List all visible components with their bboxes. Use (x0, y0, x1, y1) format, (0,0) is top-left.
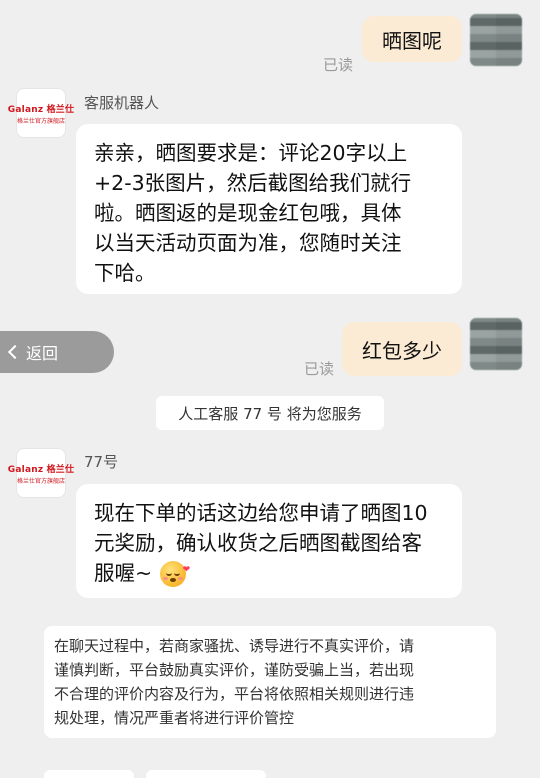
platform-warning-notice: 在聊天过程中，若商家骚扰、诱导进行不真实评价，请 谨慎判断，平台鼓励真实评价，谨… (44, 626, 496, 738)
agent-message-bubble: 现在下单的话这边给您申请了晒图10 元奖励，确认收货之后晒图截图给客 服喔~ ❤ (76, 484, 462, 598)
message-line: 服喔~ (94, 561, 153, 585)
notice-line: 不合理的评价内容及行为，平台将依照相关规则进行违 (54, 685, 415, 703)
message-line: 亲亲，晒图要求是：评论20字以上 (94, 141, 408, 165)
brand-avatar[interactable]: Galanz 格兰仕 格兰仕官方旗舰店 (8, 448, 74, 498)
user-message-text: 红包多少 (362, 338, 442, 363)
sender-name: 客服机器人 (84, 94, 160, 112)
notice-line: 规处理，情况严重者将进行评价管控 (54, 709, 295, 727)
message-line: 啦。晒图返的是现金红包哦，具体 (94, 201, 402, 225)
blushing-face-emoji-icon: ❤ (160, 561, 190, 587)
next-message-bubble (44, 770, 134, 778)
message-line-with-emoji: 服喔~ ❤ (94, 558, 444, 588)
brand-logo-text: Galanz 格兰仕 (7, 464, 75, 475)
message-line: 现在下单的话这边给您申请了晒图10 (94, 501, 428, 525)
user-message-text: 晒图呢 (382, 28, 442, 53)
brand-store-text: 格兰仕官方旗舰店 (17, 117, 66, 125)
user-message-bubble: 晒图呢 (362, 16, 462, 62)
read-receipt: 已读 (323, 56, 354, 74)
brand-avatar[interactable]: Galanz 格兰仕 格兰仕官方旗舰店 (8, 88, 74, 138)
read-receipt: 已读 (304, 360, 335, 378)
user-message-bubble: 红包多少 (342, 322, 462, 376)
message-line: 下哈。 (94, 261, 156, 285)
back-button[interactable]: 返回 (0, 331, 114, 373)
chevron-left-icon (7, 344, 23, 360)
brand-logo-text: Galanz 格兰仕 (7, 104, 75, 115)
sender-name: 77号 (84, 453, 119, 471)
user-avatar[interactable] (470, 14, 522, 66)
brand-store-text: 格兰仕官方旗舰店 (17, 477, 66, 485)
next-message-bubble (146, 770, 266, 778)
system-message: 人工客服 77 号 将为您服务 (156, 396, 384, 430)
bot-message-bubble: 亲亲，晒图要求是：评论20字以上 +2-3张图片，然后截图给我们就行 啦。晒图返… (76, 124, 462, 294)
notice-line: 谨慎判断，平台鼓励真实评价，谨防受骗上当，若出现 (54, 661, 415, 679)
back-label: 返回 (26, 344, 59, 363)
notice-line: 在聊天过程中，若商家骚扰、诱导进行不真实评价，请 (54, 637, 415, 655)
message-line: 元奖励，确认收货之后晒图截图给客 (94, 531, 422, 555)
system-message-text: 人工客服 77 号 将为您服务 (178, 404, 362, 423)
user-avatar[interactable] (470, 318, 522, 370)
message-line: 以当天活动页面为准，您随时关注 (94, 231, 402, 255)
message-line: +2-3张图片，然后截图给我们就行 (94, 171, 412, 195)
